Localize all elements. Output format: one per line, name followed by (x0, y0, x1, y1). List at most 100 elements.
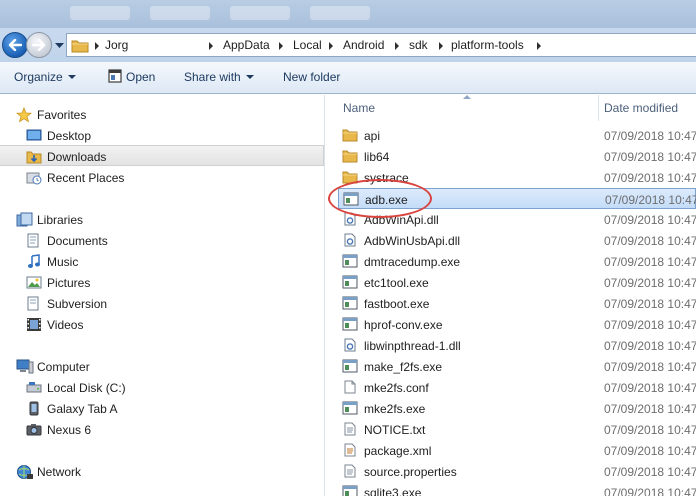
file-icon-wrapper (342, 275, 358, 292)
file-name: api (364, 129, 381, 143)
file-row[interactable]: sqlite3.exe 07/09/2018 10:47 (338, 482, 696, 496)
file-date-modified: 07/09/2018 10:47 (605, 193, 696, 207)
breadcrumb-separator[interactable] (209, 42, 213, 50)
nav-item-desktop[interactable]: Desktop (0, 125, 324, 146)
forward-button[interactable] (26, 32, 52, 58)
nav-favorites-label: Favorites (37, 108, 87, 122)
share-with-menu-button[interactable]: Share with (184, 70, 254, 84)
file-date-modified: 07/09/2018 10:47 (604, 276, 696, 290)
file-row[interactable]: make_f2fs.exe 07/09/2018 10:47 (338, 356, 696, 377)
file-row[interactable]: package.xml 07/09/2018 10:47 (338, 440, 696, 461)
blurred-title-part (230, 6, 290, 20)
navigation-pane: Favorites Desktop Downloads Recent Place… (0, 95, 325, 496)
nav-item-videos-label: Videos (47, 318, 84, 332)
file-date-modified: 07/09/2018 10:47 (604, 339, 696, 353)
breadcrumb-sdk[interactable]: sdk (409, 38, 428, 52)
file-icon-wrapper (342, 317, 358, 334)
nav-item-desktop-label: Desktop (47, 129, 92, 143)
nav-item-nexus-6[interactable]: Nexus 6 (0, 419, 324, 440)
chevron-down-icon (67, 75, 76, 79)
breadcrumb-separator[interactable] (537, 42, 541, 50)
blank-file-icon (344, 380, 356, 394)
file-icon-wrapper (342, 296, 358, 313)
recent-pages-dropdown-icon[interactable] (55, 42, 64, 49)
nav-item-documents[interactable]: Documents (0, 230, 324, 251)
folder-icon (342, 129, 358, 142)
file-row[interactable]: NOTICE.txt 07/09/2018 10:47 (338, 419, 696, 440)
annotation-circle (328, 179, 432, 218)
breadcrumb-appdata[interactable]: AppData (223, 38, 270, 52)
documents-icon (27, 233, 39, 248)
nav-item-local-disk-label: Local Disk (C:) (47, 381, 126, 395)
column-header-name[interactable]: Name (326, 95, 598, 121)
file-date-modified: 07/09/2018 10:47 (604, 171, 696, 185)
file-name: etc1tool.exe (364, 276, 429, 290)
executable-icon (342, 317, 358, 331)
file-name: NOTICE.txt (364, 423, 426, 437)
new-folder-button[interactable]: New folder (283, 70, 340, 84)
file-icon-wrapper (342, 254, 358, 271)
nav-favorites[interactable]: Favorites (0, 104, 324, 125)
file-name: AdbWinUsbApi.dll (364, 234, 461, 248)
nav-item-music[interactable]: Music (0, 251, 324, 272)
organize-menu-button[interactable]: Organize (14, 70, 76, 84)
file-icon-wrapper (342, 338, 358, 355)
network-icon (17, 465, 33, 479)
nav-network-label: Network (37, 465, 82, 479)
computer-icon (16, 359, 34, 374)
breadcrumb-local[interactable]: Local (293, 38, 322, 52)
open-button[interactable]: Open (126, 70, 155, 84)
nav-item-pictures[interactable]: Pictures (0, 272, 324, 293)
nav-item-subversion[interactable]: Subversion (0, 293, 324, 314)
file-row[interactable]: mke2fs.exe 07/09/2018 10:47 (338, 398, 696, 419)
file-name: sqlite3.exe (364, 486, 422, 496)
nav-item-subversion-label: Subversion (47, 297, 108, 311)
column-header-name-label: Name (343, 101, 376, 115)
nav-item-recent-places[interactable]: Recent Places (0, 167, 324, 188)
breadcrumb-separator[interactable] (279, 42, 283, 50)
organize-label: Organize (14, 70, 63, 84)
executable-icon (342, 254, 358, 268)
nav-item-galaxy-tab-a[interactable]: Galaxy Tab A (0, 398, 324, 419)
nav-libraries[interactable]: Libraries (0, 209, 324, 230)
breadcrumb-separator[interactable] (395, 42, 399, 50)
nav-item-local-disk[interactable]: Local Disk (C:) (0, 377, 324, 398)
command-bar: Organize Open Share with New folder (0, 62, 696, 94)
arrow-left-icon (8, 39, 22, 51)
file-row[interactable]: source.properties 07/09/2018 10:47 (338, 461, 696, 482)
nav-item-downloads[interactable]: Downloads (0, 145, 324, 166)
sort-ascending-icon (463, 95, 471, 99)
file-row[interactable]: mke2fs.conf 07/09/2018 10:47 (338, 377, 696, 398)
file-name: package.xml (364, 444, 432, 458)
file-icon-wrapper (342, 359, 358, 376)
file-row[interactable]: api 07/09/2018 10:47 (338, 125, 696, 146)
breadcrumb-jorg[interactable]: Jorg (105, 38, 128, 52)
nav-computer[interactable]: Computer (0, 356, 324, 377)
file-name: lib64 (364, 150, 390, 164)
file-row[interactable]: libwinpthread-1.dll 07/09/2018 10:47 (338, 335, 696, 356)
file-row[interactable]: lib64 07/09/2018 10:47 (338, 146, 696, 167)
text-file-icon (344, 422, 356, 436)
breadcrumb-separator[interactable] (329, 42, 333, 50)
breadcrumb-android[interactable]: Android (343, 38, 384, 52)
executable-icon (342, 275, 358, 289)
executable-icon (342, 359, 358, 373)
nav-item-videos[interactable]: Videos (0, 314, 324, 335)
column-header-date-modified[interactable]: Date modified (599, 95, 696, 121)
file-row[interactable]: hprof-conv.exe 07/09/2018 10:47 (338, 314, 696, 335)
file-row[interactable]: AdbWinUsbApi.dll 07/09/2018 10:47 (338, 230, 696, 251)
file-name: fastboot.exe (364, 297, 430, 311)
breadcrumb-platform-tools[interactable]: platform-tools (451, 38, 524, 52)
file-row[interactable]: etc1tool.exe 07/09/2018 10:47 (338, 272, 696, 293)
file-icon-wrapper (342, 380, 358, 397)
nav-network[interactable]: Network (0, 461, 324, 482)
breadcrumb-separator[interactable] (95, 42, 99, 50)
file-row[interactable]: dmtracedump.exe 07/09/2018 10:47 (338, 251, 696, 272)
file-icon-wrapper (342, 443, 358, 460)
breadcrumb-separator[interactable] (439, 42, 443, 50)
file-date-modified: 07/09/2018 10:47 (604, 213, 696, 227)
address-bar[interactable]: Jorg AppData Local Android sdk platform-… (66, 33, 696, 57)
file-row[interactable]: fastboot.exe 07/09/2018 10:47 (338, 293, 696, 314)
file-name: dmtracedump.exe (364, 255, 461, 269)
back-button[interactable] (2, 32, 28, 58)
